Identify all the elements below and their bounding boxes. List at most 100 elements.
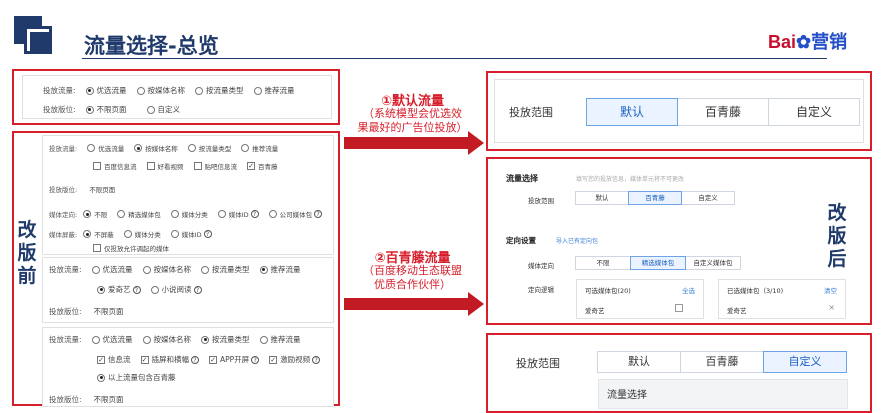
radio-option[interactable] [259,335,268,344]
mid-scope-default[interactable]: 默认 [575,191,629,205]
clear-link[interactable]: 清空 [824,285,837,295]
scope-default-option[interactable]: 默认 [586,98,678,126]
mid-scope-custom[interactable]: 自定义 [681,191,735,205]
traffic-row: 投放流量: 优选流量 按媒体名称 按流量类型 推荐流量 [43,85,295,96]
selected-item: 爱奇艺 [727,307,747,315]
radio-option[interactable] [117,210,126,218]
help-icon[interactable]: ? [314,210,323,218]
radio-option[interactable] [83,210,92,218]
option-label: 媒体分类 [134,231,161,239]
help-icon[interactable]: ? [251,355,260,364]
help-icon[interactable]: ? [203,230,212,238]
media-target-curated[interactable]: 精选媒体包 [630,256,686,270]
option-label: 插屏和横幅 [151,355,190,364]
radio-option[interactable] [201,265,210,274]
scope-segmented: 默认 百青藤 自定义 [586,98,860,126]
option-label: 仅投放允许调起的媒体 [104,245,169,253]
bottom-flow-title: 流量选择 [607,390,647,401]
placement-label: 投放版位: [49,186,78,194]
mid-scope-baiqingteng[interactable]: 百青藤 [628,191,682,205]
option-label: 爱奇艺 [108,285,131,294]
target-settings-title: 定向设置 [506,236,536,245]
remove-icon[interactable]: × [828,303,835,312]
scope-baiqingteng-option[interactable]: 百青藤 [677,98,769,126]
checkbox-checked[interactable]: ✓ [209,355,217,364]
option-label: 媒体ID [181,231,202,239]
before-redesign-box: 改版前 投放流量: 优选流量 按媒体名称 按流量类型 推荐流量 百度信息流 好看… [12,131,340,407]
old-panel-3: 投放流量: 优选流量 按媒体名称 按流量类型 推荐流量 ✓ 信息流 ✓ 插屏和横幅?… [42,327,334,407]
old-media-block-row: 媒体屏蔽: 不屏蔽 媒体分类 媒体ID? [49,229,212,239]
checkbox-checked[interactable]: ✓ [97,355,105,364]
radio-option[interactable] [85,86,94,95]
radio-option[interactable] [259,265,268,274]
option-label: 不限页面 [96,105,127,114]
radio-option[interactable] [187,144,196,152]
flow-select-hint: 填写您的投放信息，媒体单元将不可更改 [576,176,685,183]
option-label: 媒体ID [228,211,249,219]
help-icon[interactable]: ? [191,355,199,364]
old-placement-row: 投放版位: 不限页面 [49,184,115,194]
after-baiqingteng-box: 流量选择 填写您的投放信息，媒体单元将不可更改 投放范围 默认 百青藤 自定义 … [486,157,872,325]
import-target-link[interactable]: 导入已有定向包 [556,236,598,245]
option-label: 以上流量包含百青藤 [108,373,176,382]
radio-option[interactable] [170,210,179,218]
radio-option[interactable] [142,335,151,344]
radio-option[interactable] [83,230,92,238]
radio-option[interactable] [170,230,179,238]
radio-option[interactable] [97,285,105,294]
media-target-unlimited[interactable]: 不限 [575,256,631,270]
media-target-custom[interactable]: 自定义媒体包 [685,256,741,270]
radio-option[interactable] [136,86,145,95]
radio-option[interactable] [253,86,262,95]
radio-option[interactable] [85,105,94,114]
radio-option[interactable] [97,373,105,382]
available-header: 可选媒体包(20) [585,287,631,295]
checkbox[interactable] [93,162,101,170]
radio-option[interactable] [268,210,277,218]
option-label: 优选流量 [96,86,127,95]
available-item-checkbox[interactable] [675,304,683,312]
old-panel-1: 投放流量: 优选流量 按媒体名称 按流量类型 推荐流量 百度信息流 好看视频 贴… [42,135,334,255]
radio-option[interactable] [146,105,155,114]
logo-square-front [30,32,52,54]
help-icon[interactable]: ? [193,285,202,294]
checkbox[interactable] [93,244,101,252]
scope-custom-option[interactable]: 自定义 [768,98,860,126]
radio-option[interactable] [150,285,159,294]
help-icon[interactable]: ? [250,210,259,218]
bottom-scope-baiqingteng[interactable]: 百青藤 [680,351,764,373]
checkbox-checked[interactable]: ✓ [247,162,255,170]
checkbox-checked[interactable]: ✓ [269,355,278,364]
baidu-marketing-logo: Bai✿营销 [768,28,847,54]
bottom-scope-custom[interactable]: 自定义 [763,351,847,373]
checkbox[interactable] [146,162,155,170]
option-label: 按流量类型 [212,265,250,274]
bottom-scope-default[interactable]: 默认 [597,351,681,373]
checkbox[interactable] [193,162,202,170]
flow-select-title: 流量选择 [506,174,538,183]
old-recommend-row: 爱奇艺? 小说阅读? [85,284,202,295]
help-icon[interactable]: ? [132,285,141,294]
radio-option[interactable] [195,86,204,95]
old-traffic-row-2: 投放流量: 优选流量 按媒体名称 按流量类型 推荐流量 [49,264,301,275]
radio-option[interactable] [91,335,100,344]
checkbox-checked[interactable]: ✓ [140,355,149,364]
help-icon[interactable]: ? [312,355,321,364]
radio-option[interactable] [134,144,143,152]
radio-option[interactable] [142,265,151,274]
radio-option[interactable] [123,230,132,238]
radio-option[interactable] [217,210,226,218]
old-placement-row-2: 投放版位: 不限页面 [49,306,124,317]
placement-row: 投放版位: 不限页面 自定义 [43,104,180,115]
radio-option[interactable] [91,265,100,274]
header-divider [82,58,827,59]
radio-option[interactable] [87,144,96,152]
bottom-scope-label: 投放范围 [516,357,560,370]
placement-label: 投放版位: [49,307,82,316]
option-label: 信息流 [108,355,131,364]
select-all-link[interactable]: 全选 [682,285,695,295]
page-title: 流量选择-总览 [84,34,219,58]
radio-option[interactable] [201,335,210,344]
radio-option[interactable] [241,144,250,152]
default-traffic-panel: 投放流量: 优选流量 按媒体名称 按流量类型 推荐流量 投放版位: 不限页面 自… [22,75,332,119]
